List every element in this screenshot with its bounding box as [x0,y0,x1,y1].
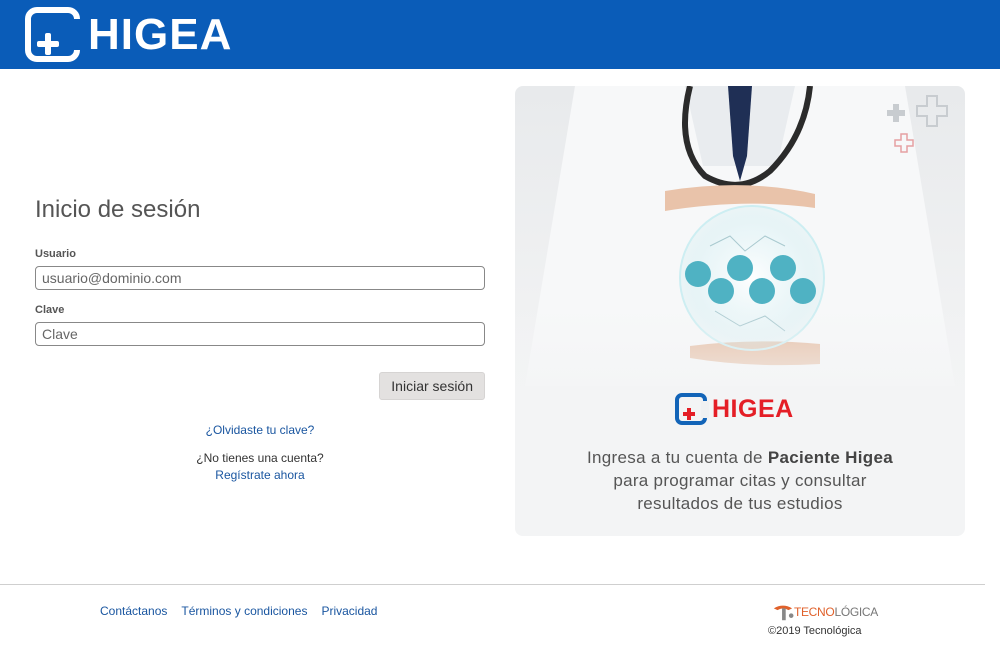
cross-outline-icon [916,95,948,127]
username-input[interactable] [35,266,485,290]
medicine-bottle-icon [708,278,734,304]
stethoscope-circle-icon [790,278,816,304]
copyright-text: ©2019 Tecnológica [768,625,862,637]
forgot-password-link[interactable]: ¿Olvidaste tu clave? [206,423,315,437]
top-header-bar: HIGEA [0,0,1000,69]
login-form: Inicio de sesión Usuario Clave Iniciar s… [35,196,485,482]
higea-logo-mark-icon [25,7,82,62]
account-links: ¿Olvidaste tu clave? ¿No tienes una cuen… [35,423,485,482]
flask-icon [749,278,775,304]
tecnologica-logo: TECNOLÓGICA [772,602,878,622]
promo-line2: para programar citas y consultar [613,471,867,490]
higea-logo-mark-icon [675,393,709,425]
contact-link[interactable]: Contáctanos [100,604,167,618]
location-pin-icon [727,255,753,281]
no-account-text: ¿No tienes una cuenta? [196,451,324,465]
footer-divider [0,584,985,585]
password-input[interactable] [35,322,485,346]
terms-link[interactable]: Términos y condiciones [181,604,307,618]
promo-banner: HIGEA Ingresa a tu cuenta de Paciente Hi… [515,86,965,536]
password-label: Clave [35,304,65,316]
privacy-link[interactable]: Privacidad [321,604,377,618]
tecnologica-brand: TECNOLÓGICA ©2019 Tecnológica [768,602,878,637]
higea-logo[interactable]: HIGEA [25,7,232,62]
promo-line1-bold: Paciente Higea [767,448,893,467]
brand-name-gray: LÓGICA [834,605,878,619]
login-button[interactable]: Iniciar sesión [379,372,485,400]
plus-icon [37,33,59,55]
plus-icon [683,408,695,420]
medical-kit-icon [685,261,711,287]
promo-line1: Ingresa a tu cuenta de [587,448,768,467]
promo-message: Ingresa a tu cuenta de Paciente Higea pa… [515,446,965,515]
clipboard-icon [770,255,796,281]
promo-logo-text: HIGEA [712,394,794,423]
tecnologica-logo-icon [773,605,794,621]
logo-text: HIGEA [88,10,233,59]
submit-row: Iniciar sesión [35,372,485,400]
footer-links: Contáctanos Términos y condiciones Priva… [100,604,377,618]
register-link[interactable]: Regístrate ahora [35,468,485,482]
username-label: Usuario [35,248,76,260]
promo-higea-logo: HIGEA [675,393,794,425]
brand-name-red: TECNO [793,605,835,619]
page-title: Inicio de sesión [35,196,201,223]
promo-line3: resultados de tus estudios [637,494,843,513]
